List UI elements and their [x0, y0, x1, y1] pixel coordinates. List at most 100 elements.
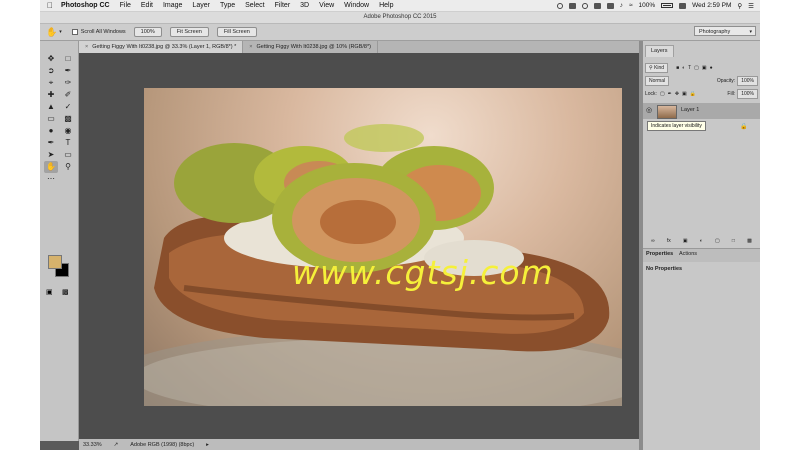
lock-icon: 🔒	[740, 124, 748, 130]
zoom-100-button[interactable]: 100%	[133, 27, 162, 37]
eye-icon[interactable]: ◎	[646, 106, 652, 114]
path-select-tool-icon[interactable]: ➤	[44, 149, 58, 161]
blur-tool-icon[interactable]: ●	[44, 125, 58, 137]
user-icon[interactable]	[679, 2, 687, 9]
tab-actions[interactable]: Actions	[679, 251, 697, 257]
lock-icons[interactable]: ▢✒✥▣🔒	[660, 91, 699, 97]
close-icon[interactable]: ×	[249, 41, 252, 53]
eraser-tool-icon[interactable]: ▭	[44, 113, 58, 125]
dropbox-icon[interactable]	[606, 2, 614, 9]
fill-screen-button[interactable]: Fill Screen	[216, 27, 257, 37]
clock[interactable]: Wed 2:59 PM	[692, 2, 731, 9]
photo-illustration	[144, 124, 622, 406]
eyedropper-tool-icon[interactable]: ✑	[61, 77, 75, 89]
menu-type[interactable]: Type	[220, 2, 235, 9]
hand-tool-icon[interactable]: ✋	[46, 27, 57, 38]
menu-filter[interactable]: Filter	[275, 2, 291, 9]
properties-header: Properties Actions	[643, 248, 760, 262]
tab-label: Getting Figgy With It0238.jpg @ 10% (RGB…	[256, 44, 371, 50]
workspace-select[interactable]: Photography ▾	[694, 26, 756, 36]
menu-select[interactable]: Select	[245, 2, 264, 9]
close-icon[interactable]: ×	[85, 41, 88, 53]
tools-grid: ✥ □ ➲ ✒ ⌖ ✑ ✚ ✐ ▲ ✓ ▭ ▩ ● ◉ ✒ T ➤ ▭ ✋ ⚲ …	[44, 53, 75, 185]
pen-tool-icon[interactable]: ✒	[44, 137, 58, 149]
lasso-tool-icon[interactable]: ➲	[44, 65, 58, 77]
zoom-tool-icon[interactable]: ⚲	[61, 161, 75, 173]
hand-tool-icon[interactable]: ✋	[44, 161, 58, 173]
kind-filter-select[interactable]: ⚲ Kind	[645, 63, 669, 73]
layer-row[interactable]: ◎ Layer 1	[643, 103, 760, 119]
fill-value[interactable]: 100%	[737, 89, 758, 99]
filter-row: ⚲ Kind ■◐T▢▣●	[645, 63, 758, 73]
wifi-icon[interactable]: ≈	[629, 2, 633, 9]
menu-bar:  Photoshop CC File Edit Image Layer Typ…	[40, 0, 760, 12]
document-image[interactable]: www.cgtsj.com	[144, 88, 622, 406]
tab-layers[interactable]: Layers	[645, 45, 674, 57]
quick-select-tool-icon[interactable]: ✒	[61, 65, 75, 77]
menu-window[interactable]: Window	[344, 2, 369, 9]
menu-edit[interactable]: Edit	[141, 2, 153, 9]
menu-image[interactable]: Image	[163, 2, 182, 9]
adjustment-icon[interactable]: ◐	[700, 238, 703, 244]
menu-help[interactable]: Help	[379, 2, 393, 9]
options-bar: ✋ ▾ Scroll All Windows 100% Fit Screen F…	[40, 24, 760, 41]
link-icon[interactable]: ∞	[651, 238, 655, 244]
spotlight-icon[interactable]: ⚲	[737, 2, 742, 10]
battery-icon[interactable]	[661, 3, 674, 8]
marquee-tool-icon[interactable]: □	[61, 53, 75, 65]
gradient-tool-icon[interactable]: ▩	[61, 113, 75, 125]
screen-mode-icon[interactable]: ▩	[62, 288, 69, 296]
tab-document-2[interactable]: × Getting Figgy With It0238.jpg @ 10% (R…	[243, 41, 378, 53]
healing-brush-tool-icon[interactable]: ✚	[44, 89, 58, 101]
folder-icon[interactable]: ▢	[715, 238, 720, 244]
tab-document-1[interactable]: × Getting Figgy With It0238.jpg @ 33.3% …	[79, 41, 244, 53]
scroll-all-label: Scroll All Windows	[80, 29, 126, 35]
status-bar: 33.33% ↗ Adobe RGB (1998) (8bpc) ▸	[79, 439, 639, 450]
tab-properties[interactable]: Properties	[646, 251, 673, 257]
layer-name[interactable]: Layer 1	[681, 107, 699, 113]
menu-view[interactable]: View	[319, 2, 334, 9]
mask-icon[interactable]: ▣	[683, 238, 688, 244]
tool-preset-chevron-icon[interactable]: ▾	[59, 29, 62, 35]
layers-footer: ∞ fx ▣ ◐ ▢ □ ▩	[645, 236, 758, 246]
blend-mode-select[interactable]: Normal	[645, 76, 670, 86]
clone-stamp-tool-icon[interactable]: ▲	[44, 101, 58, 113]
kind-value: Kind	[654, 65, 665, 71]
sync-icon[interactable]	[581, 2, 588, 9]
volume-icon[interactable]: ♪	[620, 2, 623, 9]
scroll-all-checkbox[interactable]	[71, 29, 78, 35]
history-brush-tool-icon[interactable]: ✓	[61, 101, 75, 113]
move-tool-icon[interactable]: ✥	[44, 53, 58, 65]
window-title: Adobe Photoshop CC 2015	[40, 12, 760, 24]
display-icon[interactable]	[593, 2, 601, 9]
opacity-label: Opacity:	[716, 78, 736, 84]
record-icon[interactable]	[556, 2, 563, 9]
dodge-tool-icon[interactable]: ◉	[61, 125, 75, 137]
shape-tool-icon[interactable]: ▭	[61, 149, 75, 161]
layer-thumbnail[interactable]	[657, 105, 677, 119]
color-profile: Adobe RGB (1998) (8bpc)	[130, 441, 195, 448]
opacity-value[interactable]: 100%	[737, 76, 758, 86]
share-icon[interactable]: ↗	[114, 442, 119, 448]
filter-icons[interactable]: ■◐T▢▣●	[676, 65, 716, 71]
fx-icon[interactable]: fx	[667, 238, 671, 244]
fit-screen-button[interactable]: Fit Screen	[169, 27, 209, 37]
screen-icon[interactable]	[568, 2, 576, 9]
notification-center-icon[interactable]: ☰	[748, 2, 754, 10]
menu-layer[interactable]: Layer	[192, 2, 210, 9]
menu-app[interactable]: Photoshop CC	[61, 2, 110, 9]
menu-3d[interactable]: 3D	[300, 2, 309, 9]
zoom-level[interactable]: 33.33%	[83, 442, 102, 448]
more-tools-icon[interactable]: ⋯	[44, 173, 58, 185]
trash-icon[interactable]: ▩	[747, 238, 752, 244]
crop-tool-icon[interactable]: ⌖	[44, 77, 58, 89]
apple-icon[interactable]: 	[47, 1, 53, 10]
brush-tool-icon[interactable]: ✐	[61, 89, 75, 101]
quick-mask-icon[interactable]: ▣	[46, 288, 53, 296]
foreground-color-swatch[interactable]	[48, 255, 62, 269]
type-tool-icon[interactable]: T	[61, 137, 75, 149]
status-chevron-icon[interactable]: ▸	[206, 442, 209, 448]
menu-file[interactable]: File	[120, 2, 131, 9]
new-layer-icon[interactable]: □	[732, 238, 735, 244]
canvas-area[interactable]: www.cgtsj.com	[79, 53, 639, 439]
